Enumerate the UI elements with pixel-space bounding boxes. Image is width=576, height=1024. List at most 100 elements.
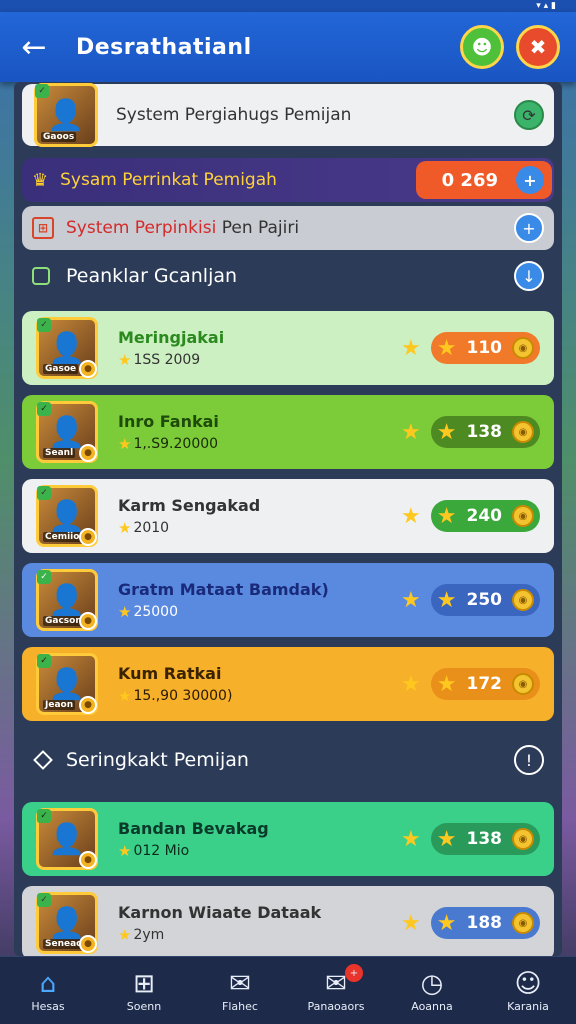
nav-item[interactable]: ⌂ Hesas: [3, 968, 93, 1013]
smiley-button[interactable]: ☻: [460, 25, 504, 69]
system-row-3[interactable]: ⊞ System Perpinkisi Pen Pajiri +: [22, 206, 554, 250]
character-icon: 👤: [48, 414, 86, 450]
coin-icon: ●: [79, 528, 97, 546]
coin-icon: ◉: [512, 421, 534, 443]
list-item[interactable]: ✓ 👤 Seanl ● Inro Fankai ★ 1,.S9.20000 ★ ★ 138 ◉: [22, 395, 554, 469]
coin-icon: ●: [79, 360, 97, 378]
item-sub: ★ 1,.S9.20000: [118, 435, 401, 453]
status-bar: ▾ ▴ ▮: [0, 0, 576, 12]
info-button[interactable]: !: [514, 745, 544, 775]
info-icon: !: [525, 750, 533, 770]
list-item[interactable]: ✓ 👤 Gasoe ● Meringjakai ★ 1SS 2009 ★ ★ 110 ◉: [22, 311, 554, 385]
star-icon: ★: [118, 350, 132, 369]
character-icon: 👤: [48, 905, 86, 941]
star-icon: ★: [436, 910, 457, 936]
star-icon: ★: [118, 602, 132, 621]
badge-icon: ✓: [35, 84, 49, 98]
item-value: 188: [466, 913, 503, 933]
badge-icon: ✓: [37, 570, 51, 584]
refresh-icon: ⟳: [522, 105, 536, 125]
system-row-2-label: Sysam Perrinkat Pemigah: [60, 170, 277, 190]
star-icon: ★: [118, 518, 132, 537]
list-item[interactable]: ✓ 👤 Gacson ● Gratm Mataat Bamdak) ★ 25000 ★ ★ 250…: [22, 563, 554, 637]
item-sub: ★ 25000: [118, 603, 401, 621]
plus-icon: +: [522, 218, 536, 238]
nav-item[interactable]: ✉ Panaoaors +: [291, 964, 381, 1013]
system-row-1-label: System Pergiahugs Pemijan: [116, 105, 352, 125]
back-button[interactable]: ←: [16, 29, 52, 65]
value-pill[interactable]: ★ 110 ◉: [430, 332, 540, 364]
plus-button-2[interactable]: +: [514, 213, 544, 243]
avatar: ✓ 👤 Gasoe ●: [36, 317, 98, 379]
star-icon: ★: [401, 587, 421, 613]
badge-icon: ✓: [37, 402, 51, 416]
chevron-down-icon: ↓: [522, 266, 536, 286]
item-sub: ★ 1SS 2009: [118, 351, 401, 369]
crown-icon: ♛: [32, 169, 49, 191]
clock-icon: ◷: [420, 969, 444, 999]
star-icon: ★: [401, 503, 421, 529]
system-row-2[interactable]: ♛ Sysam Perrinkat Pemigah 0 269 +: [22, 158, 554, 202]
thumb-caption: Gacson: [43, 616, 84, 626]
item-name: Karnon Wiaate Dataak: [118, 902, 322, 922]
nav-item[interactable]: ✉ Flahec: [195, 968, 285, 1013]
refresh-button[interactable]: ⟳: [514, 100, 544, 130]
star-icon: ★: [436, 335, 457, 361]
avatar: ✓ 👤 Seanl ●: [36, 401, 98, 463]
coin-icon: ●: [79, 696, 97, 714]
section-title: Peanklar Gcanljan: [66, 265, 238, 287]
thumb-caption: Jeaon: [43, 700, 76, 710]
item-name: Meringjakai: [118, 327, 225, 347]
avatar: ✓ 👤 Cemiion ●: [36, 485, 98, 547]
nav-item[interactable]: ☺ Karania: [483, 968, 573, 1013]
section-header-1: Peanklar Gcanljan ↓: [22, 252, 554, 300]
nav-item[interactable]: ◷ Aoanna: [387, 968, 477, 1013]
arrow-left-icon: ←: [21, 29, 47, 65]
item-info: Inro Fankai ★ 1,.S9.20000: [118, 412, 401, 453]
system-row-1[interactable]: ✓ 👤 Gaoos System Pergiahugs Pemijan ⟳: [22, 83, 554, 147]
star-icon: ★: [118, 841, 132, 860]
character-icon: 👤: [48, 330, 86, 366]
coin-icon: ●: [79, 444, 97, 462]
star-icon: ★: [401, 419, 421, 445]
item-sub-text: 1,.S9.20000: [133, 435, 219, 452]
item-name: Inro Fankai: [118, 411, 219, 431]
smiley-icon: ☻: [471, 35, 493, 59]
item-value: 250: [466, 590, 503, 610]
item-value: 110: [466, 338, 503, 358]
value-pill[interactable]: ★ 250 ◉: [430, 584, 540, 616]
grid-icon: ⊞: [133, 969, 155, 999]
list-item[interactable]: ✓ 👤 Cemiion ● Karm Sengakad ★ 2010 ★ ★ 240 ◉: [22, 479, 554, 553]
diamond-icon: [33, 750, 53, 770]
star-icon: ★: [401, 910, 421, 936]
avatar: ✓ 👤 ●: [36, 808, 98, 870]
value-pill[interactable]: ★ 188 ◉: [430, 907, 540, 939]
system-row-3-label: System Perpinkisi Pen Pajiri: [66, 218, 514, 238]
item-name: Kum Ratkai: [118, 663, 222, 683]
value-pill[interactable]: ★ 240 ◉: [430, 500, 540, 532]
expand-button[interactable]: ↓: [514, 261, 544, 291]
character-icon: 👤: [48, 666, 86, 702]
plus-icon: +: [523, 170, 537, 190]
value-pill[interactable]: 0 269 +: [415, 161, 552, 199]
value-pill[interactable]: ★ 138 ◉: [430, 416, 540, 448]
coin-icon: ◉: [512, 828, 534, 850]
nav-item[interactable]: ⊞ Soenn: [99, 968, 189, 1013]
value-pill[interactable]: ★ 138 ◉: [430, 823, 540, 855]
coin-icon: ◉: [512, 337, 534, 359]
status-right-icons: ▾ ▴ ▮: [536, 1, 556, 11]
list-item[interactable]: ✓ 👤 Seneaos ● Karnon Wiaate Dataak ★ 2ym ★ ★ 188 ◉: [22, 886, 554, 960]
coin-icon: ◉: [512, 505, 534, 527]
avatar: ✓ 👤 Seneaos ●: [36, 892, 98, 954]
coin-icon: ●: [79, 935, 97, 953]
list-item[interactable]: ✓ 👤 Jeaon ● Kum Ratkai ★ 15.,90 30000) ★ ★ 172 ◉: [22, 647, 554, 721]
section-title-2: Seringkakt Pemijan: [66, 749, 249, 771]
coin-icon: ◉: [512, 589, 534, 611]
nav-label: Karania: [507, 1000, 549, 1013]
star-icon: ★: [436, 587, 457, 613]
plus-button[interactable]: +: [516, 166, 544, 194]
close-button[interactable]: ✖: [516, 25, 560, 69]
avatar: ✓ 👤 Jeaon ●: [36, 653, 98, 715]
list-item[interactable]: ✓ 👤 ● Bandan Bevakag ★ 012 Mio ★ ★ 138 ◉: [22, 802, 554, 876]
value-pill[interactable]: ★ 172 ◉: [430, 668, 540, 700]
